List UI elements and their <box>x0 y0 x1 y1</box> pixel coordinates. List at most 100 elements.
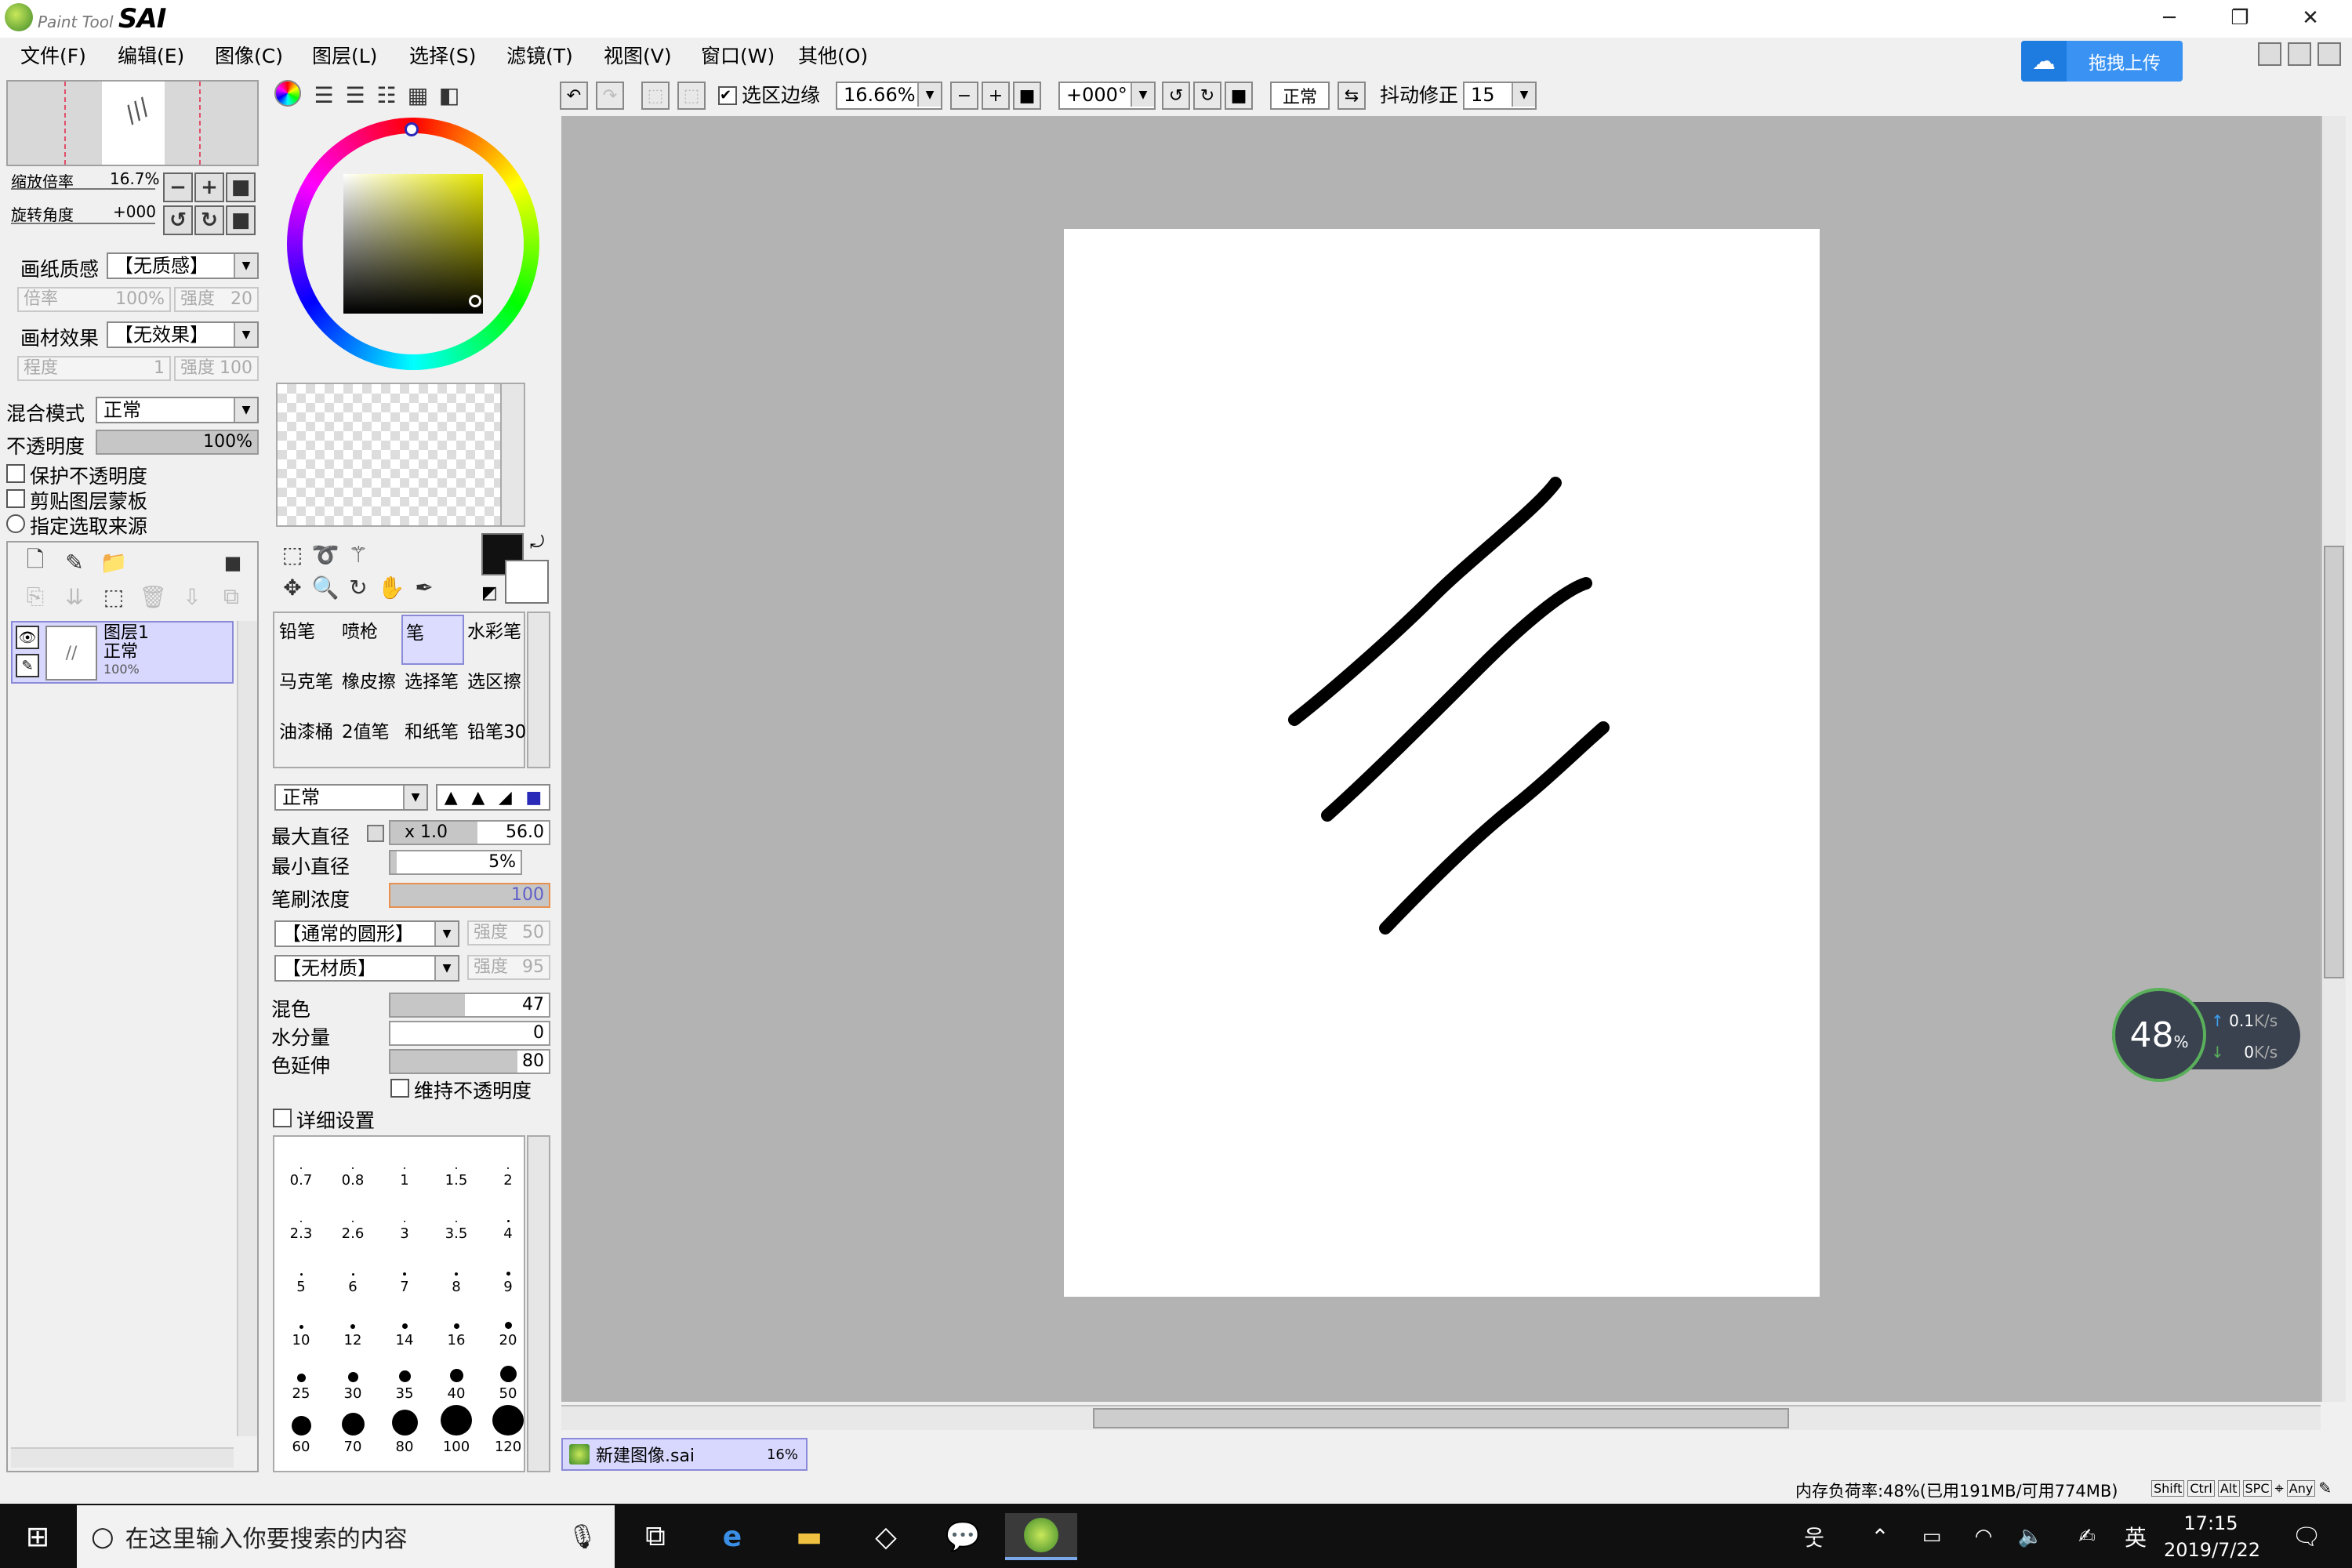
scratchpad[interactable] <box>276 383 525 527</box>
tablet-app-icon[interactable]: ◇ <box>858 1513 914 1560</box>
brush-size-cell[interactable]: 25 <box>276 1352 326 1402</box>
brush-size-cell[interactable]: 1 <box>379 1138 430 1189</box>
hand-icon[interactable]: ✋ <box>376 572 406 602</box>
brush-size-cell[interactable]: 1.5 <box>431 1138 481 1189</box>
copy-layer-icon[interactable]: ⎘ <box>20 582 50 612</box>
windows-start-icon[interactable]: ⊞ <box>9 1513 66 1560</box>
paper-effect-select[interactable]: 【无效果】 ▼ <box>107 321 259 348</box>
ime-indicator[interactable]: 英 <box>2114 1513 2158 1560</box>
brush-size-cell[interactable]: 70 <box>328 1405 378 1455</box>
brush-watercolor[interactable]: 水彩笔 <box>464 615 527 665</box>
brush-washi[interactable]: 和纸笔 <box>401 715 464 765</box>
battery-icon[interactable]: ▭ <box>1910 1513 1954 1560</box>
zoom-out-button[interactable]: − <box>163 172 193 202</box>
protect-opacity-checkbox[interactable] <box>6 464 25 483</box>
brush-size-cell[interactable]: 20 <box>483 1298 524 1348</box>
brush-shape-select[interactable]: 【通常的圆形】 ▼ <box>274 920 459 947</box>
brush-grid-scrollbar[interactable] <box>527 612 550 768</box>
menu-edit[interactable]: 编辑(E) <box>110 42 192 71</box>
brush-size-cell[interactable]: 35 <box>379 1352 430 1402</box>
swatch-icon[interactable]: ▦ <box>403 80 433 110</box>
size-lock-checkbox[interactable] <box>367 825 384 842</box>
wifi-icon[interactable]: ◠ <box>1962 1513 2005 1560</box>
canvas-vscroll-thumb[interactable] <box>2324 546 2344 978</box>
menu-file[interactable]: 文件(F) <box>13 42 94 71</box>
brush-size-cell[interactable]: 60 <box>276 1405 326 1455</box>
deselect-button[interactable]: ⬚ <box>641 82 670 110</box>
toolbar-zoom-out-button[interactable]: − <box>950 82 978 110</box>
color-wheel[interactable] <box>287 118 539 370</box>
brush-size-cell[interactable]: 10 <box>276 1298 326 1348</box>
notification-icon[interactable]: 🗨 <box>2278 1513 2335 1560</box>
square-edge-icon[interactable]: ■ <box>525 788 542 808</box>
layer-scrollbar[interactable] <box>237 621 257 1436</box>
brush-size-cell[interactable]: 5 <box>276 1245 326 1295</box>
volume-icon[interactable]: 🔈 <box>2009 1513 2053 1560</box>
close-button[interactable]: ✕ <box>2275 0 2346 36</box>
brush-airbrush[interactable]: 喷枪 <box>339 615 401 665</box>
brush-texture-select[interactable]: 【无材质】 ▼ <box>274 955 459 982</box>
menu-window[interactable]: 窗口(W) <box>693 42 782 71</box>
brush-deselect[interactable]: 选区擦 <box>464 665 527 715</box>
zoom-reset-button[interactable]: ■ <box>226 172 256 202</box>
blend-slider[interactable]: 47 <box>389 993 550 1018</box>
undo-button[interactable]: ↶ <box>560 82 588 110</box>
layer-mask-icon[interactable]: ◼ <box>218 547 248 577</box>
angle-select[interactable]: +000° ▼ <box>1058 82 1156 110</box>
delete-layer-icon[interactable]: 🗑 <box>138 582 168 612</box>
paper-texture-select[interactable]: 【无质感】 ▼ <box>107 252 259 279</box>
rotate-right-button[interactable]: ↻ <box>194 205 224 235</box>
new-linework-layer-icon[interactable]: ✎ <box>60 547 89 577</box>
clear-layer-icon[interactable]: ⬚ <box>99 582 129 612</box>
selection-edge-checkbox[interactable]: ✔ <box>718 86 737 105</box>
keep-opacity-checkbox[interactable] <box>390 1079 409 1098</box>
brush-lock-icon[interactable]: ✎ <box>16 654 39 677</box>
medium-edge-icon[interactable]: ▲ <box>471 788 485 808</box>
sv-marker[interactable] <box>469 295 481 307</box>
brush-size-cell[interactable]: 4 <box>483 1192 524 1242</box>
layer-item[interactable]: 👁 ✎ // 图层1 正常 100% <box>11 621 234 684</box>
brush-pencil30[interactable]: 铅笔30 <box>464 715 527 765</box>
angle-slider[interactable] <box>11 223 155 224</box>
toolbar-zoom-reset-button[interactable]: ■ <box>1013 82 1041 110</box>
mdi-restore-button[interactable] <box>2288 42 2311 66</box>
brush-size-cell[interactable]: 6 <box>328 1245 378 1295</box>
brush-size-cell[interactable]: 12 <box>328 1298 378 1348</box>
brush-marker[interactable]: 马克笔 <box>276 665 339 715</box>
new-layer-icon[interactable]: 🗋 <box>20 546 50 577</box>
brush-pencil[interactable]: 铅笔 <box>276 615 339 665</box>
file-explorer-icon[interactable]: ▬ <box>781 1513 837 1560</box>
stabilizer-select[interactable]: 15 ▼ <box>1463 82 1537 110</box>
flip-horizontal-button[interactable]: ⇆ <box>1338 82 1366 110</box>
brush-size-cell[interactable]: 0.8 <box>328 1138 378 1189</box>
toolbar-rotate-left-button[interactable]: ↺ <box>1162 82 1190 110</box>
brush-size-cell[interactable]: 2.6 <box>328 1192 378 1242</box>
zoom-in-button[interactable]: + <box>194 172 224 202</box>
rotate-left-button[interactable]: ↺ <box>163 205 193 235</box>
toolbar-rotate-reset-button[interactable]: ■ <box>1225 82 1253 110</box>
toolbar-zoom-in-button[interactable]: + <box>982 82 1010 110</box>
canvas-hscroll-thumb[interactable] <box>1093 1408 1789 1428</box>
brush-size-cell[interactable]: 9 <box>483 1245 524 1295</box>
color-wheel-toggle-icon[interactable] <box>274 80 301 107</box>
brush-select-pen[interactable]: 选择笔 <box>401 665 464 715</box>
rotate-reset-button[interactable]: ■ <box>226 205 256 235</box>
memory-gauge[interactable]: 48% <box>2112 988 2206 1082</box>
brush-size-cell[interactable]: 2.3 <box>276 1192 326 1242</box>
view-mode-button[interactable]: 正常 <box>1270 82 1330 110</box>
water-slider[interactable]: 0 <box>389 1021 550 1046</box>
hue-marker[interactable] <box>405 122 419 136</box>
rgb-slider-icon[interactable]: ☰ <box>309 80 339 110</box>
brush-binary-pen[interactable]: 2值笔 <box>339 715 401 765</box>
menu-view[interactable]: 视图(V) <box>596 42 680 71</box>
document-tab[interactable]: 新建图像.sai 16% <box>561 1438 808 1471</box>
brush-size-cell[interactable]: 120 <box>483 1405 524 1455</box>
minimize-button[interactable]: ─ <box>2134 0 2205 36</box>
zoom-slider[interactable] <box>11 188 155 190</box>
chat-app-icon[interactable]: 💬 <box>935 1513 991 1560</box>
merge-visible-icon[interactable]: ⧉ <box>216 582 246 612</box>
canvas-paper[interactable] <box>1064 229 1820 1297</box>
invert-select-button[interactable]: ⬚ <box>677 82 706 110</box>
menu-filter[interactable]: 滤镜(T) <box>499 42 581 71</box>
brush-size-cell[interactable]: 80 <box>379 1405 430 1455</box>
